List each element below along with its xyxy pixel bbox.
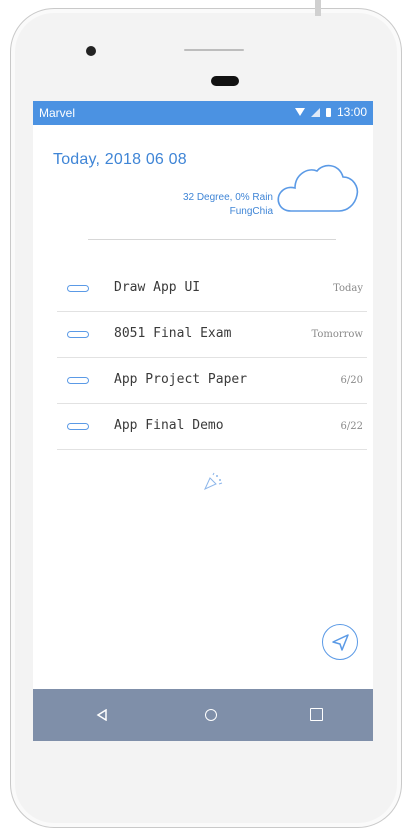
weather-location: FungChia: [229, 206, 273, 217]
task-title: 8051 Final Exam: [114, 326, 232, 341]
front-camera: [86, 46, 96, 56]
task-due: 6/22: [340, 421, 363, 432]
signal-icon: [310, 107, 320, 117]
task-due: 6/20: [340, 375, 363, 386]
app-screen: Marvel 13:00 Today, 2018 06 08 32 Degree…: [33, 101, 373, 741]
list-item[interactable]: Draw App UI Today: [57, 266, 367, 312]
todo-list: Draw App UI Today 8051 Final Exam Tomorr…: [57, 266, 367, 450]
status-app-name: Marvel: [39, 106, 76, 120]
android-nav-bar: [33, 689, 373, 741]
task-title: App Project Paper: [114, 372, 248, 387]
status-time: 13:00: [336, 105, 367, 119]
back-triangle-icon[interactable]: [96, 709, 108, 721]
recent-square-icon[interactable]: [310, 708, 323, 721]
list-item[interactable]: App Project Paper 6/20: [57, 358, 367, 404]
date-heading: Today, 2018 06 08: [53, 151, 187, 168]
list-item[interactable]: App Final Demo 6/22: [57, 404, 367, 450]
send-button[interactable]: [322, 624, 358, 660]
task-due: Tomorrow: [311, 329, 363, 340]
side-button: [315, 0, 321, 16]
status-bar: Marvel 13:00: [33, 101, 373, 125]
list-item[interactable]: 8051 Final Exam Tomorrow: [57, 312, 367, 358]
send-icon: [332, 634, 349, 651]
task-title: Draw App UI: [114, 280, 201, 295]
task-pill-icon: [67, 423, 89, 430]
earpiece-speaker: [211, 76, 239, 86]
status-icons: 13:00: [294, 105, 367, 119]
party-popper-icon: [203, 472, 223, 491]
weather-summary: 32 Degree, 0% Rain: [182, 192, 273, 203]
header-divider: [88, 239, 336, 240]
home-circle-icon[interactable]: [205, 709, 217, 721]
task-title: App Final Demo: [114, 418, 224, 433]
cloud-icon: [277, 164, 359, 212]
wifi-icon: [294, 108, 305, 116]
task-pill-icon: [67, 285, 89, 292]
task-pill-icon: [67, 331, 89, 338]
task-pill-icon: [67, 377, 89, 384]
task-due: Today: [333, 283, 363, 294]
sensor-slit: [184, 49, 244, 51]
battery-icon: [325, 107, 331, 117]
